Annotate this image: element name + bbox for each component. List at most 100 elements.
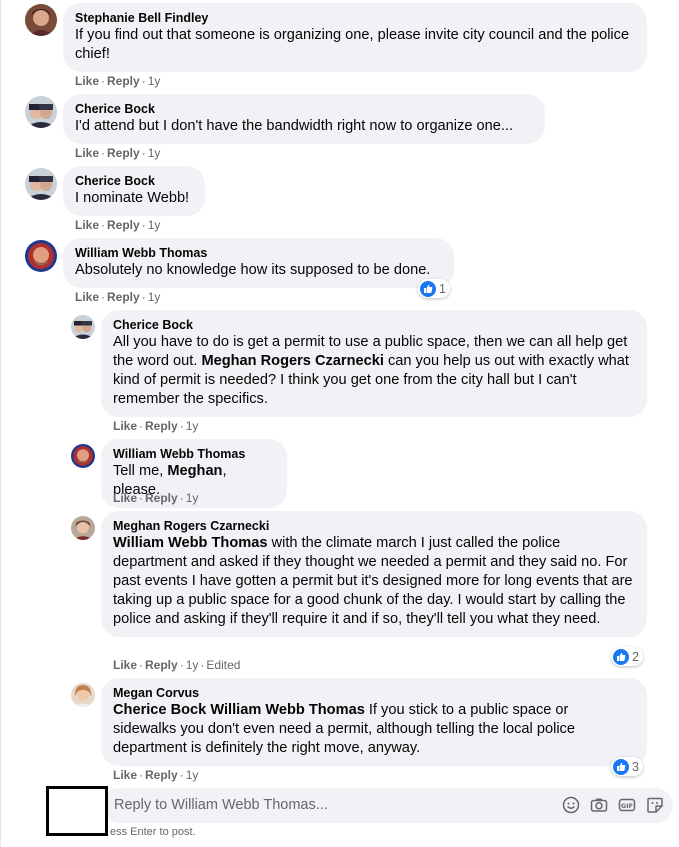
like-button[interactable]: Like xyxy=(75,218,99,232)
like-button[interactable]: Like xyxy=(113,768,137,782)
separator: · xyxy=(139,419,144,433)
timestamp[interactable]: 1y xyxy=(148,146,161,160)
comment-text: I nominate Webb! xyxy=(75,190,190,206)
separator: · xyxy=(141,146,146,160)
comment-actions: Like · Reply · 1y xyxy=(75,145,160,161)
mention-link[interactable]: Cherice Bock William Webb Thomas xyxy=(113,702,365,718)
reply-button[interactable]: Reply xyxy=(107,146,140,160)
separator: · xyxy=(101,290,106,304)
like-button[interactable]: Like xyxy=(113,491,137,505)
timestamp[interactable]: 1y xyxy=(148,218,161,232)
separator: · xyxy=(141,74,146,88)
comment-actions: Like · Reply · 1y xyxy=(75,73,160,89)
svg-text:GIF: GIF xyxy=(621,802,633,810)
separator: · xyxy=(101,74,106,88)
redaction-box xyxy=(46,786,108,836)
reply-button[interactable]: Reply xyxy=(145,419,178,433)
avatar[interactable] xyxy=(71,516,95,540)
mention-link[interactable]: Meghan xyxy=(167,463,222,479)
reply-input[interactable]: Reply to William Webb Thomas... GIF xyxy=(102,788,673,823)
edited-label[interactable]: Edited xyxy=(206,658,240,672)
comment-bubble: William Webb Thomas Absolutely no knowle… xyxy=(63,238,454,288)
like-button[interactable]: Like xyxy=(113,658,137,672)
reply-button[interactable]: Reply xyxy=(107,218,140,232)
like-button[interactable]: Like xyxy=(75,290,99,304)
sticker-icon[interactable] xyxy=(646,796,664,814)
avatar[interactable] xyxy=(71,444,95,468)
comment-author[interactable]: William Webb Thomas xyxy=(75,245,442,261)
emoji-icon[interactable] xyxy=(562,796,580,814)
comment-text: Absolutely no knowledge how its supposed… xyxy=(75,262,431,278)
comment-actions: Like · Reply · 1y xyxy=(113,767,198,783)
separator: · xyxy=(101,146,106,160)
comment-bubble: Cherice Bock I nominate Webb! xyxy=(63,166,205,216)
reply-button[interactable]: Reply xyxy=(145,491,178,505)
separator: · xyxy=(179,768,184,782)
timestamp[interactable]: 1y xyxy=(186,768,199,782)
reply-button[interactable]: Reply xyxy=(107,74,140,88)
avatar[interactable] xyxy=(25,168,57,200)
reaction-count[interactable]: 3 xyxy=(611,757,643,776)
comment-actions: Like · Reply · 1y · Edited xyxy=(113,657,240,673)
comment-bubble: Stephanie Bell Findley If you find out t… xyxy=(63,3,647,72)
like-button[interactable]: Like xyxy=(75,146,99,160)
comment-author[interactable]: Cherice Bock xyxy=(113,317,635,333)
like-reaction-icon xyxy=(613,648,629,665)
like-reaction-icon xyxy=(420,280,436,297)
comment-bubble: Megan Corvus Cherice Bock William Webb T… xyxy=(101,678,647,766)
reaction-count[interactable]: 2 xyxy=(611,647,643,666)
comment-actions: Like · Reply · 1y xyxy=(75,217,160,233)
reply-button[interactable]: Reply xyxy=(107,290,140,304)
comment-actions: Like · Reply · 1y xyxy=(113,490,198,506)
post-hint: ess Enter to post. xyxy=(110,826,196,838)
avatar[interactable] xyxy=(25,96,57,128)
avatar[interactable] xyxy=(71,315,95,339)
separator: · xyxy=(179,658,184,672)
comment-author[interactable]: Stephanie Bell Findley xyxy=(75,10,635,26)
thread-line xyxy=(0,0,1,847)
avatar[interactable] xyxy=(71,683,95,707)
mention-link[interactable]: William Webb Thomas xyxy=(113,535,267,551)
avatar[interactable] xyxy=(25,240,57,272)
timestamp[interactable]: 1y xyxy=(186,491,199,505)
comment-author[interactable]: Meghan Rogers Czarnecki xyxy=(113,518,635,534)
reply-button[interactable]: Reply xyxy=(145,768,178,782)
separator: · xyxy=(139,491,144,505)
avatar[interactable] xyxy=(25,4,57,36)
like-reaction-icon xyxy=(613,758,629,775)
camera-icon[interactable] xyxy=(590,796,608,814)
separator: · xyxy=(179,419,184,433)
timestamp[interactable]: 1y xyxy=(186,419,199,433)
timestamp[interactable]: 1y xyxy=(148,74,161,88)
comment-author[interactable]: Cherice Bock xyxy=(75,173,193,189)
comment-bubble: Meghan Rogers Czarnecki William Webb Tho… xyxy=(101,511,647,637)
comment-actions: Like · Reply · 1y xyxy=(113,418,198,434)
comment-text: Cherice Bock William Webb Thomas If you … xyxy=(113,701,635,758)
text-part: Tell me, xyxy=(113,463,168,479)
reaction-number: 1 xyxy=(439,281,446,296)
timestamp[interactable]: 1y xyxy=(148,290,161,304)
reply-placeholder[interactable]: Reply to William Webb Thomas... xyxy=(114,797,328,813)
comment-author[interactable]: Megan Corvus xyxy=(113,685,635,701)
separator: · xyxy=(179,491,184,505)
comment-author[interactable]: William Webb Thomas xyxy=(113,446,275,462)
comment-text: If you find out that someone is organizi… xyxy=(75,27,630,62)
comment-text: William Webb Thomas with the climate mar… xyxy=(113,534,635,629)
like-button[interactable]: Like xyxy=(75,74,99,88)
comment-author[interactable]: Cherice Bock xyxy=(75,101,533,117)
separator: · xyxy=(141,218,146,232)
gif-icon[interactable]: GIF xyxy=(618,796,636,814)
mention-link[interactable]: Meghan Rogers Czarnecki xyxy=(201,353,383,369)
separator: · xyxy=(139,768,144,782)
reaction-count[interactable]: 1 xyxy=(418,279,450,298)
comment-text: All you have to do is get a permit to us… xyxy=(113,333,635,409)
separator: · xyxy=(139,658,144,672)
separator: · xyxy=(101,218,106,232)
timestamp[interactable]: 1y xyxy=(186,658,199,672)
reply-button[interactable]: Reply xyxy=(145,658,178,672)
like-button[interactable]: Like xyxy=(113,419,137,433)
reaction-number: 2 xyxy=(632,649,639,664)
comment-bubble: Cherice Bock All you have to do is get a… xyxy=(101,310,647,417)
reaction-number: 3 xyxy=(632,759,639,774)
comment-actions: Like · Reply · 1y xyxy=(75,289,160,305)
